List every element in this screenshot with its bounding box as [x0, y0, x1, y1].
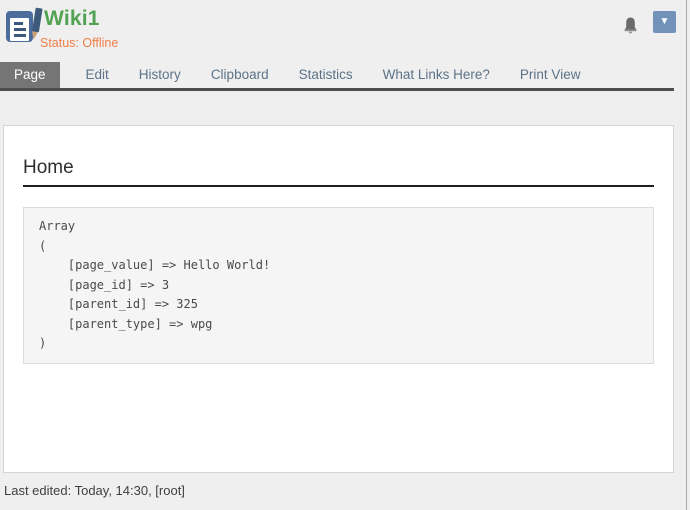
php-array-output: Array ( [page_value] => Hello World! [pa… [23, 207, 654, 364]
tab-what-links-here[interactable]: What Links Here? [383, 62, 490, 88]
chevron-down-icon: ▼ [660, 16, 670, 27]
tab-clipboard[interactable]: Clipboard [211, 62, 269, 88]
tab-statistics[interactable]: Statistics [299, 62, 353, 88]
page-content-panel: Home Array ( [page_value] => Hello World… [3, 125, 674, 473]
header: Wiki1 Status: Offline ▼ [0, 0, 690, 62]
user-menu-dropdown-button[interactable]: ▼ [653, 11, 676, 33]
status-text: Status: Offline [40, 36, 118, 50]
tab-edit[interactable]: Edit [86, 62, 109, 88]
document-icon [6, 11, 33, 42]
page-heading: Home [23, 157, 654, 187]
tab-page[interactable]: Page [0, 62, 60, 88]
page-title-app: Wiki1 [40, 7, 118, 31]
last-edited-text: Last edited: Today, 14:30, [root] [4, 483, 185, 498]
tab-print-view[interactable]: Print View [520, 62, 581, 88]
tab-bar: Page Edit History Clipboard Statistics W… [0, 62, 674, 91]
window-edge-line [686, 0, 687, 510]
bell-icon[interactable] [622, 16, 639, 41]
tab-history[interactable]: History [139, 62, 181, 88]
